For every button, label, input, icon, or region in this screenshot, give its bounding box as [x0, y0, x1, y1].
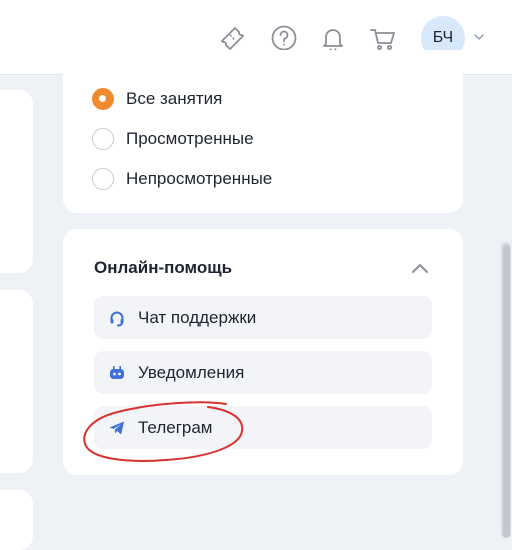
left-card: [0, 90, 33, 273]
filter-option-label: Просмотренные: [126, 129, 254, 148]
radio-unchecked[interactable]: [92, 128, 114, 150]
filter-option-label: Непросмотренные: [126, 169, 273, 188]
online-help-title: Онлайн-помощь: [94, 258, 233, 277]
notifications-button[interactable]: Уведомления: [94, 351, 432, 394]
filter-option-unviewed[interactable]: Непросмотренные: [92, 166, 272, 192]
telegram-label: Телеграм: [138, 417, 213, 437]
filter-option-all[interactable]: Все занятия: [92, 86, 222, 112]
telegram-button[interactable]: Телеграм: [94, 406, 432, 449]
filter-card: Все занятия Просмотренные Непросмотренны…: [63, 50, 463, 213]
bot-icon: [108, 364, 126, 382]
chevron-up-icon[interactable]: [407, 256, 433, 282]
left-card: [0, 290, 33, 473]
support-chat-label: Чат поддержки: [138, 307, 257, 327]
filter-option-label: Все занятия: [126, 89, 223, 108]
radio-checked[interactable]: [92, 88, 114, 110]
filter-option-viewed[interactable]: Просмотренные: [92, 126, 254, 152]
online-help-card: Онлайн-помощь Чат поддержки Уведомления: [63, 229, 463, 475]
notifications-label: Уведомления: [138, 362, 245, 382]
telegram-icon: [108, 419, 126, 437]
support-chat-button[interactable]: Чат поддержки: [94, 296, 432, 339]
radio-unchecked[interactable]: [92, 168, 114, 190]
headset-icon: [108, 309, 126, 327]
left-card: [0, 490, 33, 550]
chevron-down-icon[interactable]: [472, 30, 486, 44]
scrollbar-thumb[interactable]: [503, 245, 510, 538]
avatar-initials: БЧ: [432, 29, 454, 46]
